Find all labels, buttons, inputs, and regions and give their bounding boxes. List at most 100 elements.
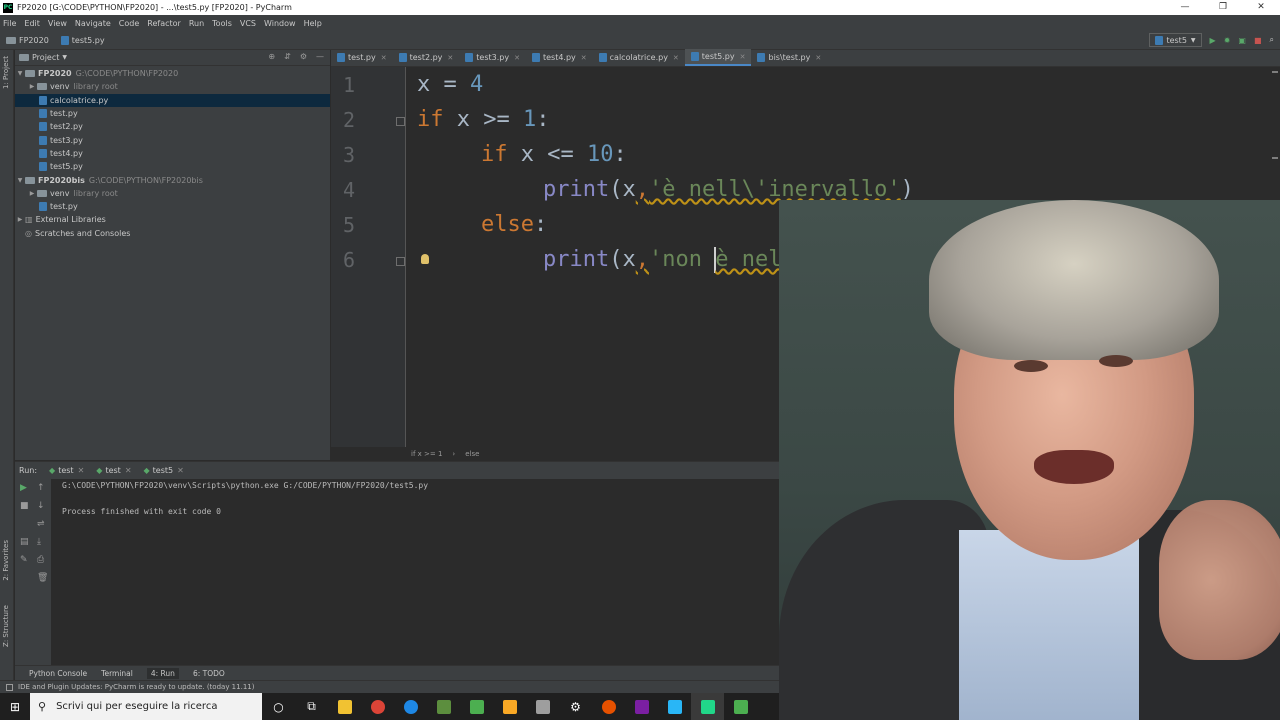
expanded-arrow-icon[interactable]: ▼ xyxy=(15,70,25,77)
tree-item-test5[interactable]: test5.py xyxy=(15,160,330,173)
print-icon[interactable]: ⎙ xyxy=(37,555,44,565)
menu-navigate[interactable]: Navigate xyxy=(75,19,111,28)
layout-icon[interactable]: ▤ xyxy=(20,537,29,547)
trash-icon[interactable]: 🗑 xyxy=(37,573,48,583)
close-tab-icon[interactable]: ✕ xyxy=(581,54,587,62)
tree-item-test2[interactable]: test2.py xyxy=(15,120,330,133)
close-tab-icon[interactable]: ✕ xyxy=(815,54,821,62)
minimize-button[interactable]: — xyxy=(1166,0,1204,15)
tab-todo[interactable]: 6: TODO xyxy=(193,669,225,678)
project-panel-title[interactable]: Project xyxy=(32,53,59,62)
close-tab-icon[interactable]: ✕ xyxy=(381,54,387,62)
coverage-icon[interactable]: ▣ xyxy=(1238,36,1246,45)
tab-run[interactable]: 4: Run xyxy=(146,667,179,679)
close-tab-icon[interactable]: ✕ xyxy=(78,466,85,475)
run-tab-test[interactable]: ◆ test ✕ xyxy=(96,466,131,475)
soft-wrap-icon[interactable]: ⇌ xyxy=(37,519,45,529)
menu-vcs[interactable]: VCS xyxy=(240,19,256,28)
tree-item-test4[interactable]: test4.py xyxy=(15,147,330,160)
tree-item-venv-bis[interactable]: ▶ venv library root xyxy=(15,187,330,200)
close-tab-icon[interactable]: ✕ xyxy=(740,53,746,61)
run-tab-test[interactable]: ◆ test ✕ xyxy=(49,466,84,475)
tab-test5[interactable]: test5.py ✕ xyxy=(684,49,752,66)
chrome-icon[interactable] xyxy=(361,693,394,720)
maximize-button[interactable]: ❐ xyxy=(1204,0,1242,15)
menu-run[interactable]: Run xyxy=(189,19,204,28)
structure-tool-tab[interactable]: Z: Structure xyxy=(2,605,10,647)
close-tab-icon[interactable]: ✕ xyxy=(514,54,520,62)
notepad-icon[interactable] xyxy=(460,693,493,720)
menu-tools[interactable]: Tools xyxy=(212,19,232,28)
close-tab-icon[interactable]: ✕ xyxy=(673,54,679,62)
settings-icon[interactable]: ⚙ xyxy=(559,693,592,720)
app2-icon[interactable] xyxy=(625,693,658,720)
status-message[interactable]: IDE and Plugin Updates: PyCharm is ready… xyxy=(18,683,254,691)
taskbar-search-box[interactable]: ⚲ Scrivi qui per eseguire la ricerca xyxy=(30,693,262,720)
tree-item-calcolatrice[interactable]: calcolatrice.py xyxy=(15,93,330,107)
tree-item-scratches[interactable]: ◎ Scratches and Consoles xyxy=(15,227,330,240)
pin-icon[interactable]: ✎ xyxy=(20,555,28,565)
fold-marker-icon[interactable] xyxy=(396,257,405,266)
stop-icon[interactable]: ■ xyxy=(20,501,29,511)
menu-window[interactable]: Window xyxy=(264,19,296,28)
tree-item-venv[interactable]: ▶ venv library root xyxy=(15,80,330,93)
tab-calcolatrice[interactable]: calcolatrice.py ✕ xyxy=(593,49,685,66)
close-tab-icon[interactable]: ✕ xyxy=(447,54,453,62)
hide-icon[interactable]: — xyxy=(316,52,324,61)
project-tool-tab[interactable]: 1: Project xyxy=(2,56,10,89)
collapse-all-icon[interactable]: ⇵ xyxy=(284,52,291,61)
up-icon[interactable]: ↑ xyxy=(37,483,45,493)
run-config-select[interactable]: test5 ▼ xyxy=(1149,33,1202,47)
scroll-to-end-icon[interactable]: ⤓ xyxy=(37,537,41,547)
close-tab-icon[interactable]: ✕ xyxy=(177,466,184,475)
fold-marker-icon[interactable] xyxy=(396,117,405,126)
app3-icon[interactable] xyxy=(658,693,691,720)
breadcrumb-file[interactable]: test5.py xyxy=(60,35,105,45)
debug-icon[interactable]: ✹ xyxy=(1224,36,1231,45)
file-explorer-icon[interactable] xyxy=(328,693,361,720)
cortana-icon[interactable]: ○ xyxy=(262,693,295,720)
breadcrumb-else[interactable]: else xyxy=(465,450,479,458)
tree-item-test3[interactable]: test3.py xyxy=(15,133,330,146)
rerun-icon[interactable]: ▶ xyxy=(20,483,27,493)
menu-file[interactable]: File xyxy=(3,19,16,28)
status-toggle-icon[interactable] xyxy=(6,683,13,691)
tree-item-fp2020[interactable]: ▼ FP2020 G:\CODE\PYTHON\FP2020 xyxy=(15,67,330,80)
menu-refactor[interactable]: Refactor xyxy=(147,19,181,28)
gear-icon[interactable]: ⚙ xyxy=(300,52,307,61)
app-icon[interactable] xyxy=(427,693,460,720)
windows-start-icon[interactable]: ⊞ xyxy=(0,693,30,720)
tab-bis-test[interactable]: bis\test.py ✕ xyxy=(751,49,827,66)
task-view-icon[interactable]: ⧉ xyxy=(295,693,328,720)
calculator-icon[interactable] xyxy=(493,693,526,720)
tree-item-external-libraries[interactable]: ▶ ▥ External Libraries xyxy=(15,213,330,226)
close-button[interactable]: ✕ xyxy=(1242,0,1280,15)
tree-item-test[interactable]: test.py xyxy=(15,107,330,120)
favorites-tool-tab[interactable]: 2: Favorites xyxy=(2,540,10,581)
collapsed-arrow-icon[interactable]: ▶ xyxy=(27,190,37,197)
down-icon[interactable]: ↓ xyxy=(37,501,45,511)
tree-item-test-bis[interactable]: test.py xyxy=(15,200,330,213)
menu-edit[interactable]: Edit xyxy=(24,19,40,28)
locate-icon[interactable]: ⊕ xyxy=(268,52,275,61)
run-icon[interactable]: ▶ xyxy=(1210,36,1216,45)
chevron-down-icon[interactable]: ▼ xyxy=(62,54,67,61)
tab-test4[interactable]: test4.py ✕ xyxy=(526,49,593,66)
tab-test3[interactable]: test3.py ✕ xyxy=(459,49,526,66)
terminal-icon[interactable] xyxy=(526,693,559,720)
menu-view[interactable]: View xyxy=(48,19,67,28)
tab-terminal[interactable]: Terminal xyxy=(101,669,133,678)
ubuntu-icon[interactable] xyxy=(592,693,625,720)
expanded-arrow-icon[interactable]: ▼ xyxy=(15,177,25,184)
tab-python-console[interactable]: Python Console xyxy=(29,669,87,678)
tree-item-fp2020bis[interactable]: ▼ FP2020bis G:\CODE\PYTHON\FP2020bis xyxy=(15,173,330,186)
stop-icon[interactable]: ■ xyxy=(1254,36,1262,45)
lightbulb-icon[interactable] xyxy=(421,254,429,264)
tab-test[interactable]: test.py ✕ xyxy=(331,49,393,66)
close-tab-icon[interactable]: ✕ xyxy=(125,466,132,475)
menu-help[interactable]: Help xyxy=(304,19,322,28)
run-tab-test5[interactable]: ◆ test5 ✕ xyxy=(144,466,184,475)
menu-code[interactable]: Code xyxy=(119,19,139,28)
edge-icon[interactable] xyxy=(394,693,427,720)
search-icon[interactable]: ⌕ xyxy=(1270,35,1274,45)
